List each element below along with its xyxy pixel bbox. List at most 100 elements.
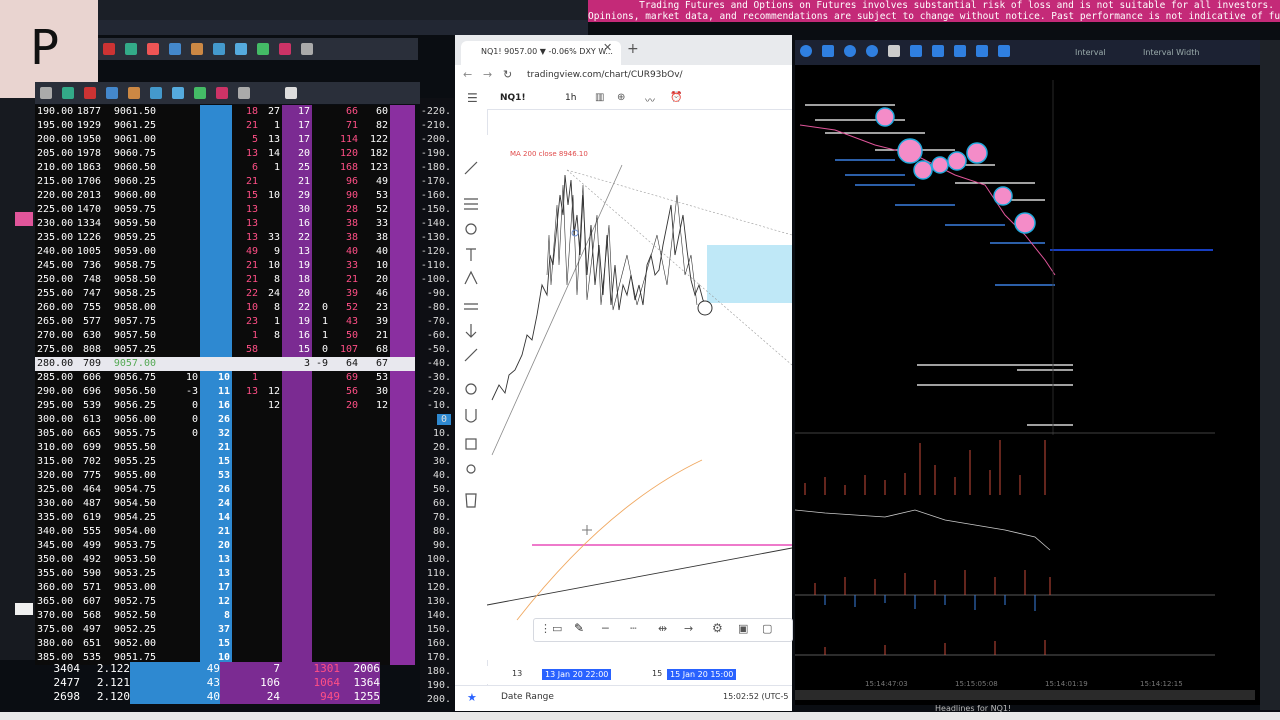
interval-selector[interactable]: 1h [565,93,576,103]
dom-cell[interactable]: 12 [200,595,232,609]
dom-row[interactable]: 220.00 2013 9060.00 15 10 29 90 53 [35,189,415,203]
dom-cell[interactable]: 15 [282,343,312,357]
dom-cell[interactable]: 15 [200,637,232,651]
dom-cell[interactable] [282,567,312,581]
dollar-icon[interactable] [235,43,247,55]
dom-row[interactable]: 215.00 1706 9060.25 21 21 96 49 [35,175,415,189]
dom-cell[interactable]: 22 [282,231,312,245]
settings-icon[interactable] [128,87,140,99]
dom-cell[interactable]: 29 [282,189,312,203]
dom-cell[interactable] [282,441,312,455]
alert-icon[interactable]: ⏰ [670,92,682,103]
template-icon[interactable]: ▭ [552,622,562,635]
dom-cell[interactable] [200,287,232,301]
browser-tab[interactable]: NQ1! 9057.00 ▼ -0.06% DXY W... [461,41,621,65]
dom-cell[interactable] [200,147,232,161]
dom-cell[interactable]: 21 [282,175,312,189]
dom-cell[interactable]: 17 [200,581,232,595]
dom-row[interactable]: 195.00 1929 9061.25 21 1 17 71 82 [35,119,415,133]
dom-cell[interactable] [200,245,232,259]
dom-cell[interactable]: 11 [200,385,232,399]
dom-cell[interactable]: 53 [200,469,232,483]
pencil-icon[interactable] [213,43,225,55]
delete-icon[interactable]: ▢ [762,622,772,635]
dom-cell[interactable] [282,455,312,469]
dom-cell[interactable]: 15 [200,455,232,469]
info-icon[interactable] [800,45,812,57]
dom-cell[interactable] [282,385,312,399]
dom-cell[interactable] [282,497,312,511]
dom-cell[interactable] [200,217,232,231]
globe-icon[interactable] [257,43,269,55]
grid-icon[interactable] [62,87,74,99]
dom-cell[interactable] [200,231,232,245]
zoom-out-icon[interactable] [932,45,944,57]
stop-icon[interactable] [103,43,115,55]
dom-row[interactable]: 350.00 492 9053.50 13 [35,553,415,567]
dom-cell[interactable] [282,581,312,595]
dom-cell[interactable] [200,315,232,329]
dom-cell[interactable] [282,595,312,609]
bar-style-icon[interactable]: ▥ [595,92,604,103]
grid-icon[interactable] [976,45,988,57]
footprint-chart[interactable] [795,65,1215,680]
search-icon[interactable] [301,43,313,55]
dom-row[interactable]: 320.00 775 9055.00 53 [35,469,415,483]
dom-cell[interactable] [200,301,232,315]
horizontal-scrollbar[interactable] [795,690,1255,700]
price-chart[interactable] [486,135,793,660]
back-icon[interactable]: ← [463,68,472,81]
dom-row[interactable]: 335.00 619 9054.25 14 [35,511,415,525]
dom-row[interactable]: 265.00 577 9057.75 23 1 19 1 43 39 [35,315,415,329]
dom-cell[interactable] [200,175,232,189]
line-width-icon[interactable]: ─ [602,622,609,635]
close-tab-icon[interactable]: ✕ [603,41,612,54]
star-icon[interactable]: ★ [467,691,477,704]
date-range-button[interactable]: Date Range [501,692,554,702]
drag-handle-icon[interactable]: ⋮ [540,622,551,635]
dom-cell[interactable]: 13 [200,553,232,567]
settings-icon[interactable]: ⚙ [712,621,723,635]
dom-cell[interactable]: 21 [200,525,232,539]
dom-row[interactable]: 285.00 606 9056.75 10 10 1 69 53 [35,371,415,385]
dom-cell[interactable] [200,133,232,147]
dom-row[interactable]: 295.00 539 9056.25 0 16 12 20 12 [35,399,415,413]
arrow-icon[interactable] [844,45,856,57]
dom-cell[interactable] [282,623,312,637]
dom-cell[interactable] [200,203,232,217]
dom-cell[interactable]: 20 [200,539,232,553]
lock-icon[interactable]: ▣ [738,622,748,635]
bars-icon[interactable] [822,45,834,57]
dom-row[interactable]: 270.00 630 9057.50 1 8 16 1 50 21 [35,329,415,343]
globe-icon[interactable] [194,87,206,99]
dom-row[interactable]: 255.00 747 9058.25 22 24 20 39 46 [35,287,415,301]
dom-cell[interactable]: 17 [282,119,312,133]
dom-row[interactable]: 200.00 1950 9061.00 5 13 17 114 122 [35,133,415,147]
dom-cell[interactable]: 8 [200,609,232,623]
dollar-icon[interactable] [172,87,184,99]
dom-row[interactable]: 260.00 755 9058.00 10 8 22 0 52 23 [35,301,415,315]
dom-row[interactable]: 190.00 1877 9061.50 18 27 17 66 60 [35,105,415,119]
dom-cell[interactable]: 17 [282,105,312,119]
dom-cell[interactable]: 13 [282,245,312,259]
cursor-icon[interactable] [888,45,900,57]
dom-cell[interactable] [200,105,232,119]
dom-row[interactable]: 315.00 702 9055.25 15 [35,455,415,469]
dom-row[interactable]: 360.00 571 9053.00 17 [35,581,415,595]
dom-row[interactable]: 370.00 568 9052.50 8 [35,609,415,623]
dom-row[interactable]: 225.00 1470 9059.75 13 30 28 52 [35,203,415,217]
dom-row[interactable]: 240.00 1005 9059.00 49 9 13 40 40 [35,245,415,259]
stop-icon[interactable] [40,87,52,99]
dom-row[interactable]: 300.00 613 9056.00 0 26 [35,413,415,427]
chart-icon[interactable] [279,43,291,55]
dom-cell[interactable]: 24 [200,497,232,511]
dom-row[interactable]: 365.00 607 9052.75 12 [35,595,415,609]
dom-row[interactable]: 355.00 590 9053.25 13 [35,567,415,581]
list-icon[interactable] [998,45,1010,57]
dom-cell[interactable]: 20 [282,147,312,161]
dom-cell[interactable]: 26 [200,413,232,427]
pencil-icon[interactable] [150,87,162,99]
dom-row[interactable]: 250.00 748 9058.50 21 8 18 21 20 [35,273,415,287]
dom-cell[interactable]: 17 [282,133,312,147]
dom-row[interactable]: 280.00 709 9057.00 3 -9 64 67 [35,357,415,371]
